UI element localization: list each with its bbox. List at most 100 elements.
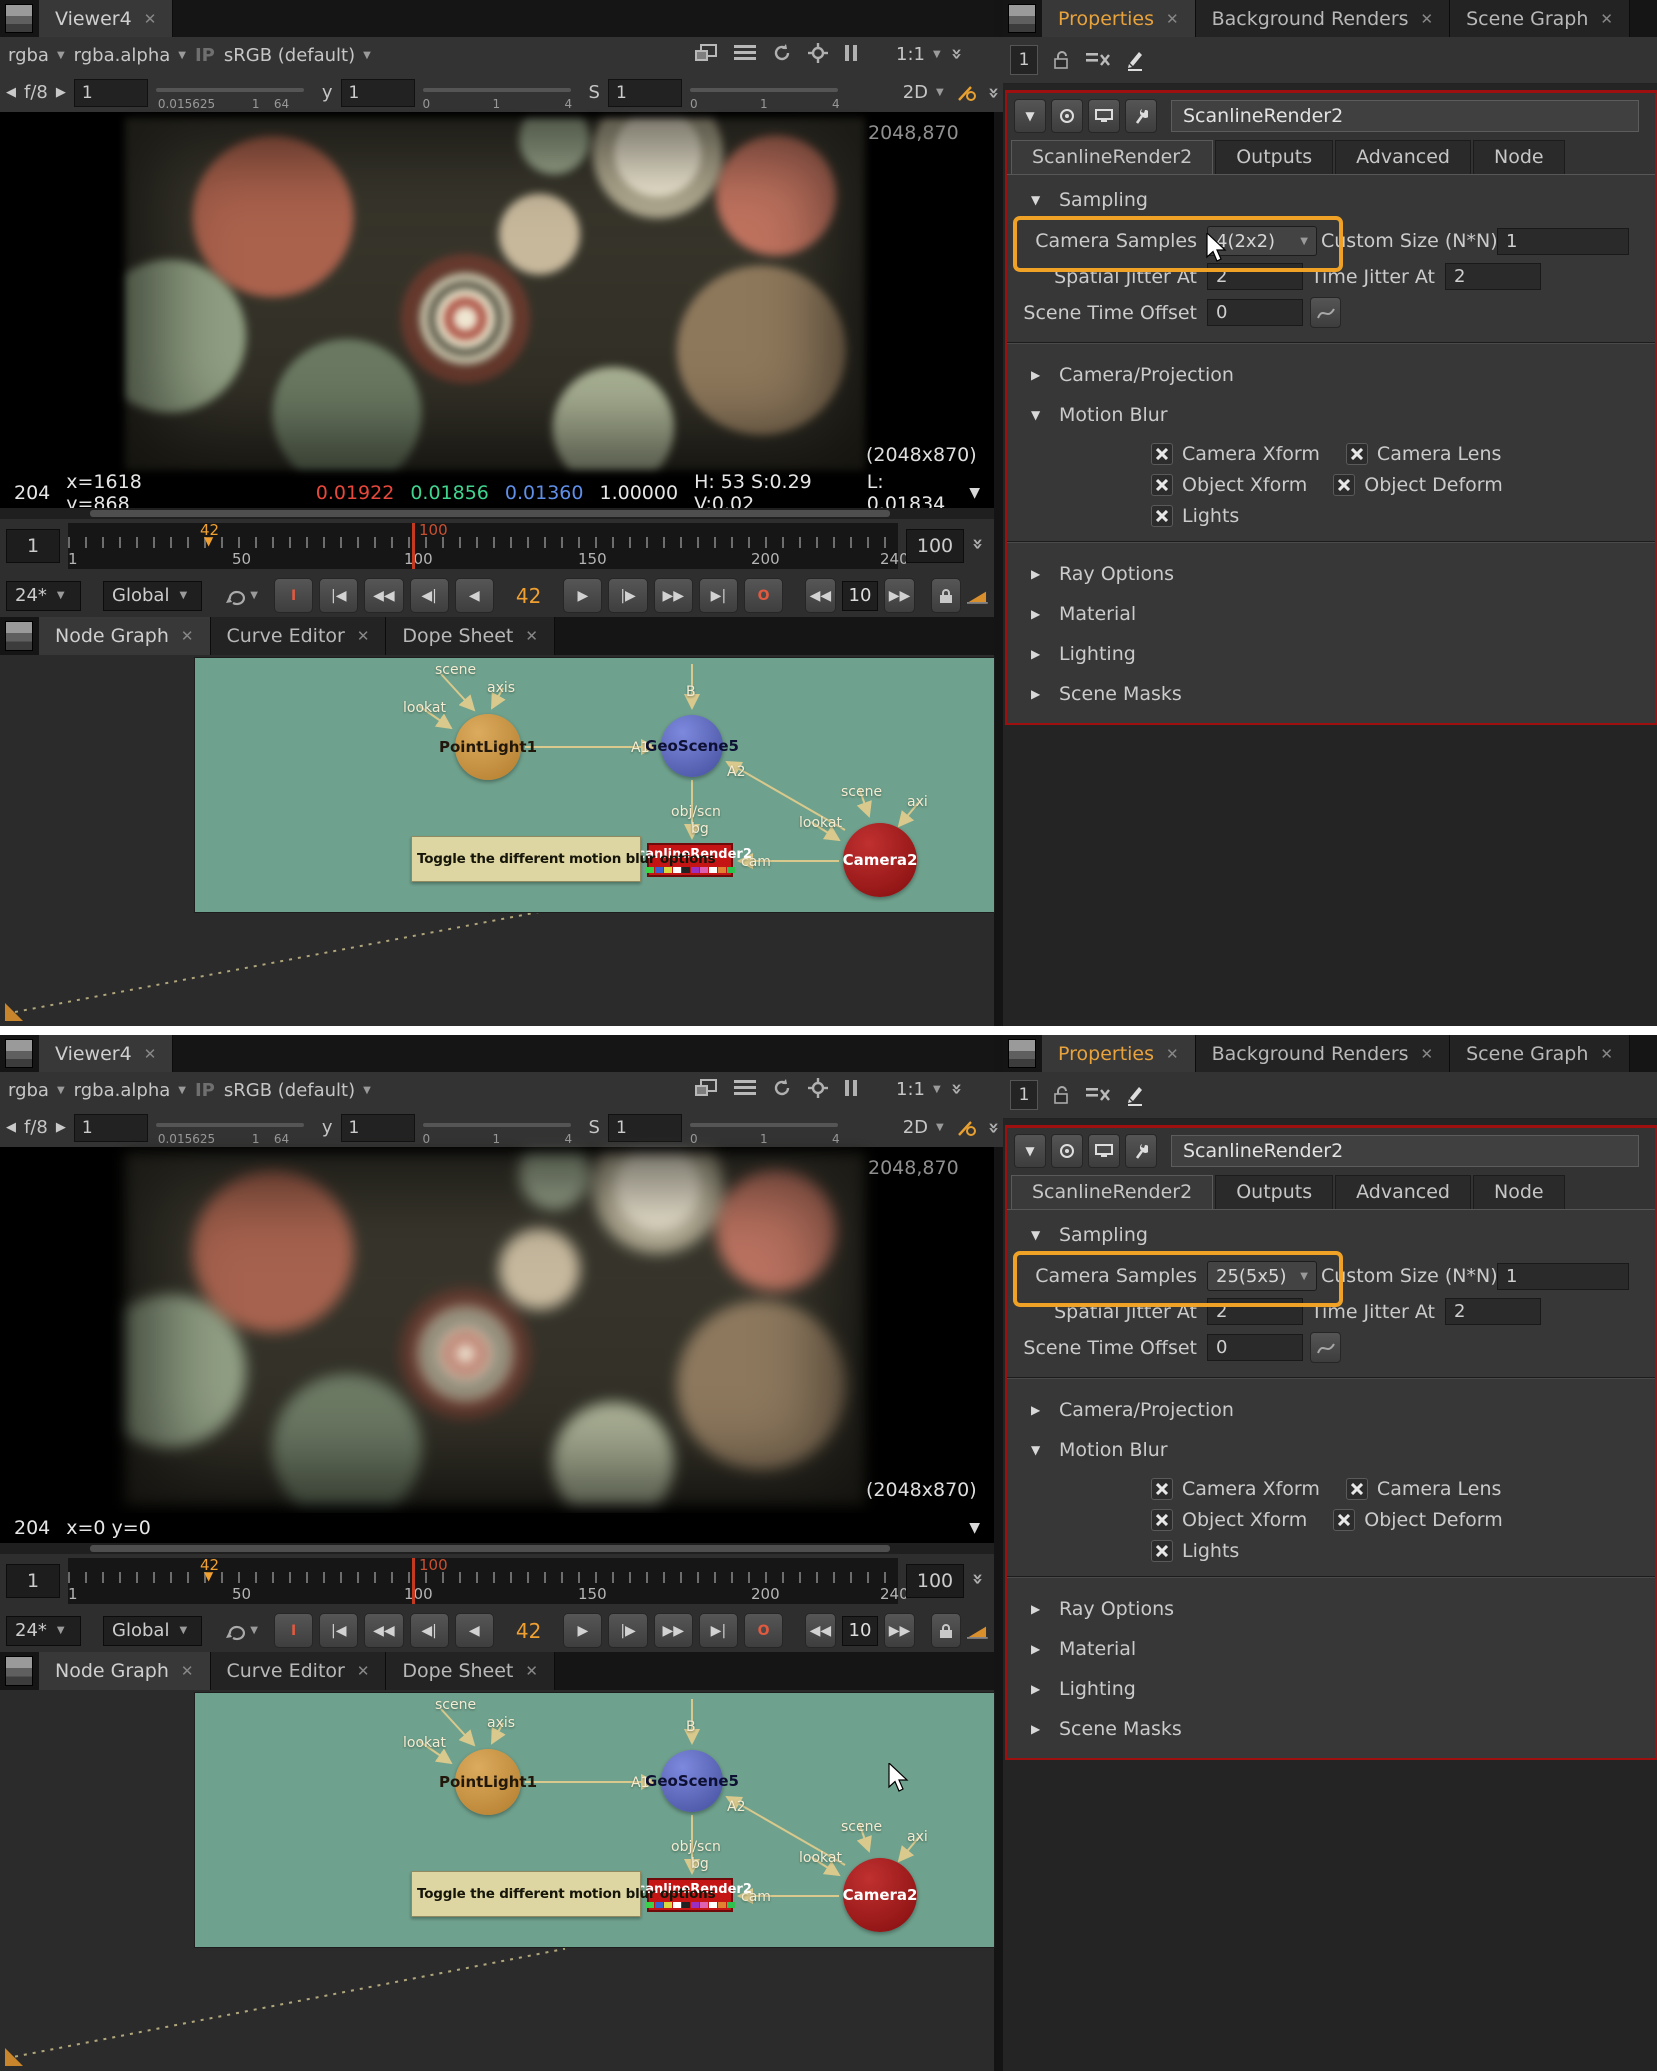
section-sampling[interactable]: ▼Sampling (1007, 179, 1655, 219)
proxy-toggle-icon[interactable] (956, 83, 976, 103)
tab-node[interactable]: Node (1473, 140, 1565, 174)
goto-out-button[interactable]: O (744, 578, 783, 613)
checkbox-camera-xform[interactable] (1151, 443, 1173, 465)
saturation-input[interactable]: 1 (608, 79, 682, 107)
prev-keyframe-button[interactable]: ◀◀ (364, 1613, 403, 1648)
loop-mode-button[interactable]: ▼ (226, 586, 258, 606)
pane-layout-icon[interactable] (1008, 4, 1036, 33)
tab-viewer4[interactable]: Viewer4 ✕ (39, 0, 173, 37)
fps-dropdown[interactable]: 24*▼ (6, 581, 81, 611)
tab-viewer4[interactable]: Viewer4 ✕ (39, 1035, 173, 1072)
colorspace-dropdown[interactable]: sRGB (default)▼ (224, 45, 371, 66)
viewer-canvas[interactable]: 2048,870 (2048x870) (0, 112, 994, 478)
sticky-note[interactable]: Toggle the different motion blur options (411, 1871, 641, 1917)
colorspace-dropdown[interactable]: sRGB (default)▼ (224, 1080, 371, 1101)
range-start-input[interactable]: 1 (6, 529, 60, 563)
prev-arrow-icon[interactable]: ◀ (6, 1120, 16, 1135)
checkbox-camera-xform[interactable] (1151, 1478, 1173, 1500)
jump-back-button[interactable]: ◀◀ (805, 1613, 836, 1648)
node-camera2[interactable]: Camera2 (843, 823, 917, 897)
close-all-panels-icon[interactable] (1086, 1086, 1110, 1104)
input-process-toggle[interactable]: IP (195, 45, 215, 66)
time-jitter-input[interactable]: 2 (1445, 263, 1541, 290)
close-icon[interactable]: ✕ (1421, 10, 1434, 28)
next-arrow-icon[interactable]: ▶ (56, 1120, 66, 1135)
tab-scanlinerender2[interactable]: ScanlineRender2 (1011, 140, 1213, 174)
saturation-slider[interactable]: 0 1 4 (690, 88, 838, 92)
section-ray-options[interactable]: ▶Ray Options (1007, 1588, 1655, 1628)
close-icon[interactable]: ✕ (357, 1662, 370, 1680)
tab-outputs[interactable]: Outputs (1215, 140, 1333, 174)
collapse-chevron-icon[interactable]: » (946, 48, 968, 60)
custom-size-input[interactable]: 1 (1497, 228, 1629, 255)
pane-layout-icon[interactable] (1008, 1039, 1036, 1068)
saturation-input[interactable]: 1 (608, 1114, 682, 1142)
flipbook-ramp-icon[interactable] (967, 587, 988, 605)
tab-node[interactable]: Node (1473, 1175, 1565, 1209)
frame-step-input[interactable]: 10 (842, 1616, 879, 1646)
playhead-line[interactable] (412, 1558, 415, 1604)
current-frame-field[interactable]: 42 (516, 1619, 541, 1643)
jump-forward-button[interactable]: ▶▶ (884, 578, 915, 613)
section-lighting[interactable]: ▶Lighting (1007, 1668, 1655, 1708)
animation-curve-button[interactable] (1310, 1332, 1341, 1363)
play-backward-button[interactable]: ◀ (455, 1613, 494, 1648)
channels-dropdown[interactable]: rgba▼ (8, 1080, 65, 1101)
gear-icon[interactable] (808, 1078, 828, 1098)
tab-background-renders[interactable]: Background Renders✕ (1196, 0, 1451, 37)
tab-scanlinerender2[interactable]: ScanlineRender2 (1011, 1175, 1213, 1209)
status-dropdown-icon[interactable]: ▼ (969, 1520, 980, 1536)
lock-open-icon[interactable] (1053, 50, 1071, 70)
prev-frame-button[interactable]: ◀| (410, 578, 449, 613)
zoom-level-dropdown[interactable]: 1:1▼ (896, 44, 941, 65)
section-scene-masks[interactable]: ▶Scene Masks (1007, 1708, 1655, 1748)
close-icon[interactable]: ✕ (144, 10, 157, 28)
range-end-input[interactable]: 100 (906, 1564, 964, 1598)
close-icon[interactable]: ✕ (144, 1045, 157, 1063)
input-process-toggle[interactable]: IP (195, 1080, 215, 1101)
timeline-ruler[interactable]: 1 50 100 150 200 240 42 ▼ 100 (68, 1558, 898, 1604)
tab-advanced[interactable]: Advanced (1335, 140, 1471, 174)
node-name-input[interactable]: ScanlineRender2 (1171, 100, 1639, 132)
checkbox-object-xform[interactable] (1151, 1509, 1173, 1531)
node-geoscene5[interactable]: GeoScene5 (661, 715, 723, 777)
prev-frame-button[interactable]: ◀| (410, 1613, 449, 1648)
play-button[interactable]: ▶ (563, 578, 602, 613)
checkbox-lights[interactable] (1151, 505, 1173, 527)
play-button[interactable]: ▶ (563, 1613, 602, 1648)
view-mode-dropdown[interactable]: 2D▼ (903, 82, 944, 103)
current-frame-field[interactable]: 42 (516, 584, 541, 608)
close-icon[interactable]: ✕ (525, 627, 538, 645)
next-keyframe-button[interactable]: ▶▶ (654, 1613, 693, 1648)
gain-slider[interactable]: 0.015625 1 64 (156, 88, 304, 92)
scrollbar-thumb[interactable] (90, 510, 890, 517)
loop-mode-button[interactable]: ▼ (226, 1621, 258, 1641)
jump-forward-button[interactable]: ▶▶ (884, 1613, 915, 1648)
custom-size-input[interactable]: 1 (1497, 1263, 1629, 1290)
range-end-input[interactable]: 100 (906, 529, 964, 563)
scene-time-offset-input[interactable]: 0 (1207, 1334, 1303, 1361)
goto-in-button[interactable]: I (274, 1613, 313, 1648)
section-motion-blur[interactable]: ▼Motion Blur (1007, 1429, 1655, 1469)
goto-end-button[interactable]: ▶| (699, 1613, 738, 1648)
section-sampling[interactable]: ▼Sampling (1007, 1214, 1655, 1254)
center-node-button[interactable] (1051, 99, 1083, 133)
section-camera-projection[interactable]: ▶Camera/Projection (1007, 354, 1655, 394)
prev-arrow-icon[interactable]: ◀ (6, 85, 16, 100)
horizontal-scrollbar[interactable] (0, 1543, 994, 1554)
gamma-slider[interactable]: 0 1 4 (423, 88, 571, 92)
gain-input[interactable]: 1 (74, 79, 148, 107)
center-node-button[interactable] (1051, 1134, 1083, 1168)
sticky-note[interactable]: Toggle the different motion blur options (411, 836, 641, 882)
saturation-slider[interactable]: 0 1 4 (690, 1123, 838, 1127)
tab-advanced[interactable]: Advanced (1335, 1175, 1471, 1209)
section-motion-blur[interactable]: ▼Motion Blur (1007, 394, 1655, 434)
goto-end-button[interactable]: ▶| (699, 578, 738, 613)
flipbook-ramp-icon[interactable] (967, 1622, 988, 1640)
close-icon[interactable]: ✕ (181, 1662, 194, 1680)
close-icon[interactable]: ✕ (1600, 10, 1613, 28)
range-start-input[interactable]: 1 (6, 1564, 60, 1598)
prev-keyframe-button[interactable]: ◀◀ (364, 578, 403, 613)
nodegraph-canvas[interactable]: PointLight1 GeoScene5 Camera2 ScanlineRe… (195, 1693, 994, 1947)
monitor-output-button[interactable] (1088, 99, 1120, 133)
